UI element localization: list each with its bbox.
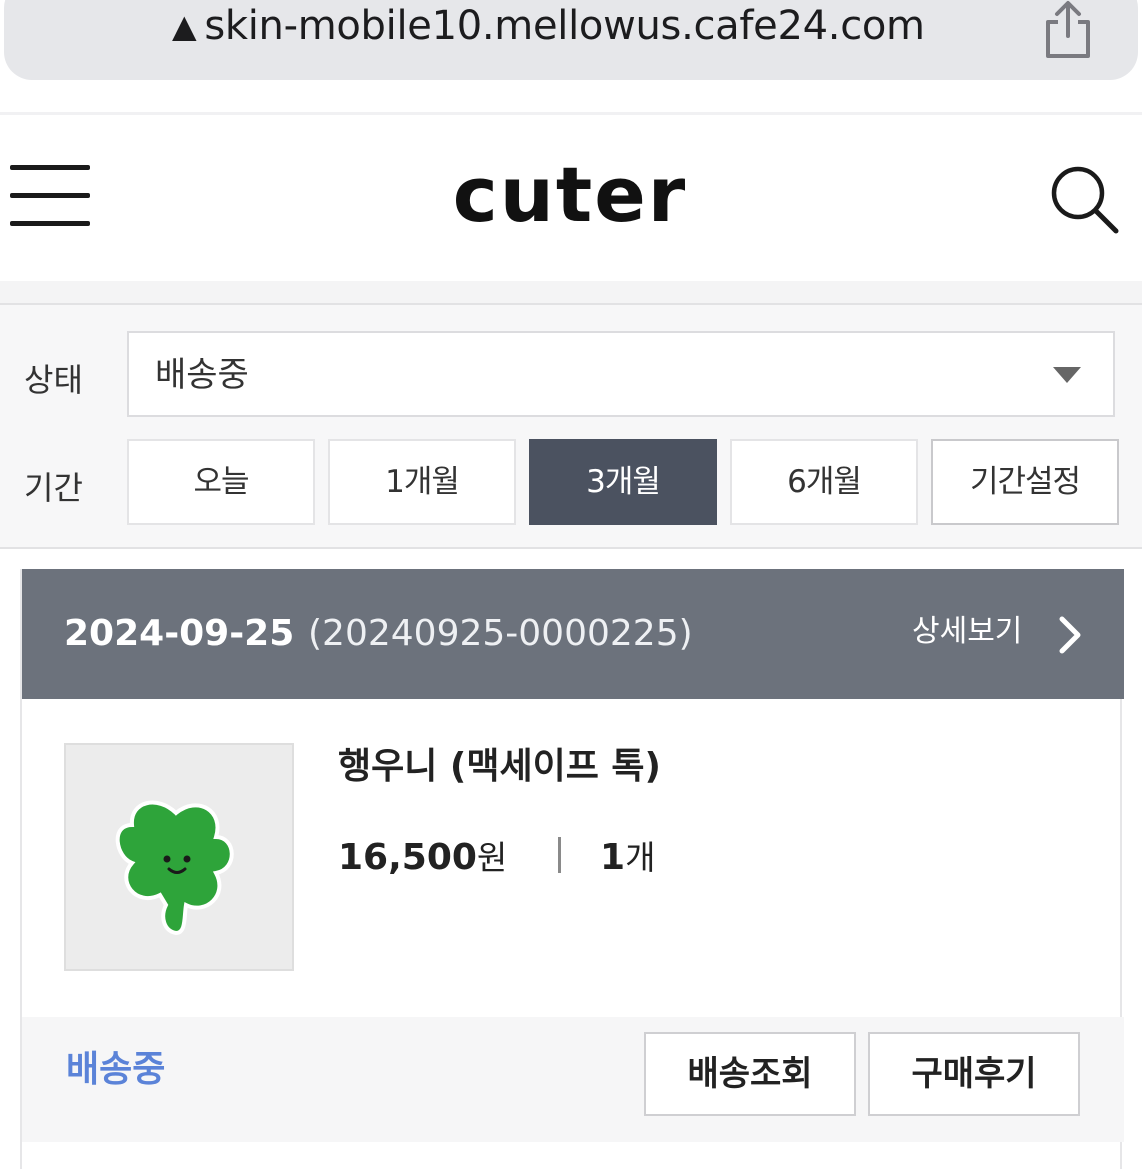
- share-icon[interactable]: [1040, 0, 1096, 60]
- period-1month-button[interactable]: 1개월: [328, 439, 516, 525]
- url-display[interactable]: ▲ skin-mobile10.mellowus.cafe24.com: [172, 0, 925, 52]
- hamburger-icon[interactable]: [10, 165, 90, 227]
- status-label: 상태: [24, 361, 83, 399]
- order-filter-panel: 상태 배송중 기간 오늘 1개월 3개월 6개월 기간설정: [0, 303, 1142, 549]
- divider: [0, 281, 1142, 303]
- period-today-button[interactable]: 오늘: [127, 439, 315, 525]
- chevron-down-icon: [1053, 367, 1081, 383]
- period-6month-button[interactable]: 6개월: [730, 439, 918, 525]
- warning-triangle-icon: ▲: [172, 7, 197, 45]
- product-quantity-value: 1: [600, 837, 626, 878]
- order-date: 2024-09-25: [64, 613, 295, 654]
- order-number: (20240925-0000225): [308, 613, 693, 654]
- product-name[interactable]: 행우니 (맥세이프 톡): [338, 737, 661, 789]
- browser-address-bar: ▲ skin-mobile10.mellowus.cafe24.com: [0, 0, 1142, 112]
- site-logo[interactable]: cuter: [420, 145, 720, 245]
- write-review-button[interactable]: 구매후기: [868, 1032, 1080, 1116]
- product-price: 16,500원: [338, 831, 507, 879]
- chevron-right-icon[interactable]: [1054, 615, 1084, 655]
- search-icon[interactable]: [1048, 163, 1120, 235]
- period-3month-button[interactable]: 3개월: [529, 439, 717, 525]
- shipping-status: 배송중: [66, 1049, 166, 1090]
- quantity-unit: 개: [625, 838, 656, 877]
- green-clover-character: [115, 800, 234, 936]
- status-select-value: 배송중: [155, 355, 249, 395]
- product-price-value: 16,500: [338, 837, 477, 878]
- track-shipment-button[interactable]: 배송조회: [644, 1032, 856, 1116]
- url-text: skin-mobile10.mellowus.cafe24.com: [204, 3, 925, 49]
- divider: [558, 837, 561, 873]
- period-custom-button[interactable]: 기간설정: [931, 439, 1119, 525]
- period-label: 기간: [24, 469, 83, 507]
- product-thumbnail[interactable]: [64, 743, 294, 971]
- product-quantity: 1개: [600, 831, 655, 879]
- price-unit: 원: [476, 838, 508, 877]
- order-footer: 배송중 배송조회 구매후기: [22, 1017, 1124, 1142]
- order-header: 2024-09-25 (20240925-0000225) 상세보기: [22, 569, 1124, 699]
- site-header: cuter: [0, 115, 1142, 281]
- order-card: 2024-09-25 (20240925-0000225) 상세보기 행우니 (…: [20, 569, 1124, 1169]
- order-detail-link[interactable]: 상세보기: [912, 569, 1022, 695]
- status-select[interactable]: 배송중: [127, 331, 1115, 417]
